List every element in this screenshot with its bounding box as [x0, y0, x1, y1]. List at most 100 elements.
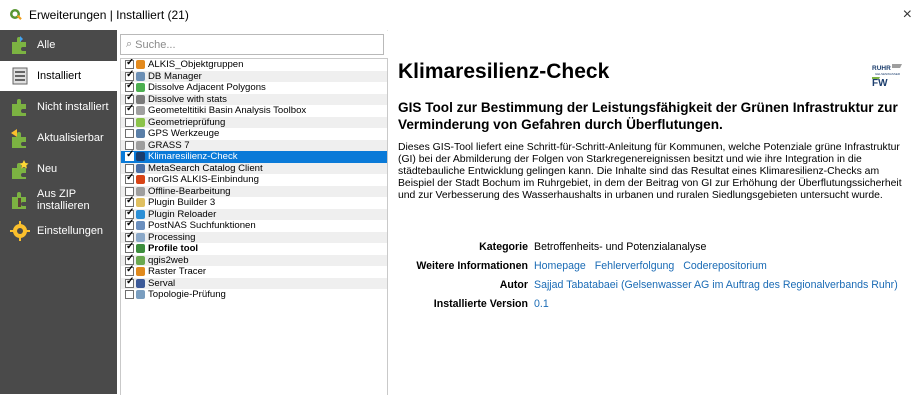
version-value: 0.1: [534, 298, 549, 310]
plugin-name: GRASS 7: [148, 139, 190, 151]
plugin-name: PostNAS Suchfunktionen: [148, 220, 256, 231]
puzzle-upgrade-icon: [9, 127, 31, 149]
close-icon[interactable]: ×: [903, 6, 912, 24]
plugin-row[interactable]: Raster Tracer: [121, 264, 387, 278]
zip-icon: [9, 189, 31, 211]
plugin-row[interactable]: Geometrieprüfung: [121, 116, 387, 128]
window-title: Erweiterungen | Installiert (21): [29, 8, 189, 22]
plugin-checkbox[interactable]: [125, 149, 134, 162]
plugin-icon: [136, 221, 145, 231]
plugin-name: Profile tool: [148, 243, 199, 254]
plugin-icon: [136, 209, 145, 219]
sidebar-item-alle[interactable]: Alle: [0, 30, 117, 60]
plugin-description: Dieses GIS-Tool liefert eine Schritt-für…: [398, 142, 902, 201]
plugin-row[interactable]: MetaSearch Catalog Client: [121, 162, 387, 174]
logo-text-top: RUHR: [872, 65, 891, 72]
plugin-name: norGIS ALKIS-Einbindung: [148, 174, 259, 185]
plugin-row[interactable]: Dissolve with stats: [121, 92, 387, 105]
plugin-name: Dissolve Adjacent Polygons: [148, 82, 266, 93]
window-titlebar: Erweiterungen | Installiert (21) ×: [0, 0, 922, 31]
plugin-icon: [136, 140, 145, 150]
puzzle-installed-icon: [9, 65, 31, 87]
plugin-name: ALKIS_Objektgruppen: [148, 59, 244, 70]
plugin-row[interactable]: Klimaresilienz-Check: [121, 149, 387, 163]
author-link[interactable]: Sajjad Tabatabaei (Gelsenwasser AG im Au…: [534, 279, 907, 292]
plugin-name: Plugin Builder 3: [148, 197, 216, 208]
plugin-icon: [136, 71, 145, 81]
ruhr-gelsenwasser-logo: RUHR GELSENWASSER FW: [872, 63, 904, 89]
sidebar-item-label: Alle: [37, 39, 56, 51]
search-input[interactable]: [135, 38, 356, 51]
plugin-row[interactable]: Topologie-Prüfung: [121, 289, 387, 301]
puzzle-icon: [9, 34, 31, 56]
plugin-icon: [136, 244, 145, 254]
plugin-icon: [136, 175, 145, 185]
code-repository-link[interactable]: Coderepositorium: [683, 260, 767, 272]
plugin-name: Klimaresilienz-Check: [148, 151, 238, 162]
plugin-row[interactable]: PostNAS Suchfunktionen: [121, 218, 387, 232]
sidebar-item-aktualisierbar[interactable]: Aktualisierbar: [0, 123, 117, 153]
search-box: ⌕: [120, 34, 384, 55]
plugin-name: qgis2web: [148, 254, 189, 266]
plugin-checkbox[interactable]: [125, 172, 134, 185]
settings-icon: [9, 220, 31, 242]
plugin-name: Geometeltitiki Basin Analysis Toolbox: [148, 105, 307, 116]
plugin-icon: [136, 83, 145, 93]
plugin-name: DB Manager: [148, 70, 202, 82]
plugin-row[interactable]: Geometeltitiki Basin Analysis Toolbox: [121, 103, 387, 117]
plugin-checkbox[interactable]: [125, 129, 134, 139]
sidebar: Alle Installiert Nicht installiert Aktua…: [0, 30, 117, 394]
search-icon: ⌕: [126, 38, 133, 50]
plugin-row[interactable]: Processing: [121, 230, 387, 243]
homepage-link[interactable]: Homepage: [534, 260, 586, 272]
plugin-list-pane: ⌕ ALKIS_ObjektgruppenDB ManagerDissolve …: [117, 30, 388, 395]
sidebar-item-label: Installiert: [37, 70, 82, 82]
logo-text-mid: GELSENWASSER: [875, 72, 901, 76]
sidebar-item-zip[interactable]: Aus ZIP installieren: [0, 185, 117, 215]
category-label: Kategorie: [479, 241, 528, 253]
plugin-row[interactable]: Plugin Reloader: [121, 207, 387, 220]
plugin-row[interactable]: DB Manager: [121, 69, 387, 82]
sidebar-item-einstellungen[interactable]: Einstellungen: [0, 216, 117, 246]
qgis-logo-icon: [10, 9, 22, 20]
plugin-row[interactable]: Offline-Bearbeitung: [121, 185, 387, 197]
plugin-name: Offline-Bearbeitung: [148, 185, 231, 197]
sidebar-item-label: Nicht installiert: [37, 101, 109, 113]
plugin-icon: [136, 290, 145, 300]
plugin-row[interactable]: norGIS ALKIS-Einbindung: [121, 172, 387, 186]
plugin-row[interactable]: Plugin Builder 3: [121, 195, 387, 209]
plugin-row[interactable]: ALKIS_Objektgruppen: [121, 59, 387, 71]
plugin-row[interactable]: Profile tool: [121, 241, 387, 255]
plugin-list: ALKIS_ObjektgruppenDB ManagerDissolve Ad…: [120, 58, 388, 395]
meta-row-author: Autor Sajjad Tabatabaei (Gelsenwasser AG…: [398, 279, 913, 292]
sidebar-item-neu[interactable]: Neu: [0, 154, 117, 184]
plugin-row[interactable]: qgis2web: [121, 253, 387, 266]
plugin-subtitle: GIS Tool zur Bestimmung der Leistungsfäh…: [398, 100, 898, 132]
sidebar-item-nicht-installiert[interactable]: Nicht installiert: [0, 92, 117, 122]
sidebar-item-installiert[interactable]: Installiert: [0, 61, 117, 91]
bug-tracker-link[interactable]: Fehlerverfolgung: [595, 260, 675, 272]
plugin-icon: [136, 117, 145, 127]
plugin-name: Processing: [148, 231, 196, 243]
plugin-row[interactable]: GRASS 7: [121, 139, 387, 151]
plugin-icon: [136, 255, 145, 265]
sidebar-item-label: Aus ZIP installieren: [37, 188, 90, 212]
meta-row-more-info: Weitere Informationen Homepage Fehlerver…: [398, 260, 913, 273]
plugin-row[interactable]: Dissolve Adjacent Polygons: [121, 80, 387, 94]
plugin-details: Klimaresilienz-Check RUHR GELSENWASSER F…: [388, 30, 922, 394]
plugin-name: Dissolve with stats: [148, 93, 227, 105]
plugin-icon: [136, 163, 145, 173]
puzzle-new-icon: [9, 158, 31, 180]
version-label: Installierte Version: [433, 298, 528, 310]
plugin-icon: [136, 267, 145, 277]
plugin-name: MetaSearch Catalog Client: [148, 162, 263, 174]
more-info-links: Homepage Fehlerverfolgung Coderepositori…: [534, 260, 913, 273]
plugin-checkbox[interactable]: [125, 117, 134, 127]
plugin-checkbox[interactable]: [125, 276, 134, 288]
plugin-checkbox[interactable]: [125, 103, 134, 116]
plugin-name: GPS Werkzeuge: [148, 128, 220, 139]
plugin-row[interactable]: GPS Werkzeuge: [121, 128, 387, 140]
plugin-checkbox[interactable]: [125, 290, 134, 300]
meta-row-version: Installierte Version 0.1: [398, 298, 913, 311]
plugin-row[interactable]: Serval: [121, 276, 387, 289]
